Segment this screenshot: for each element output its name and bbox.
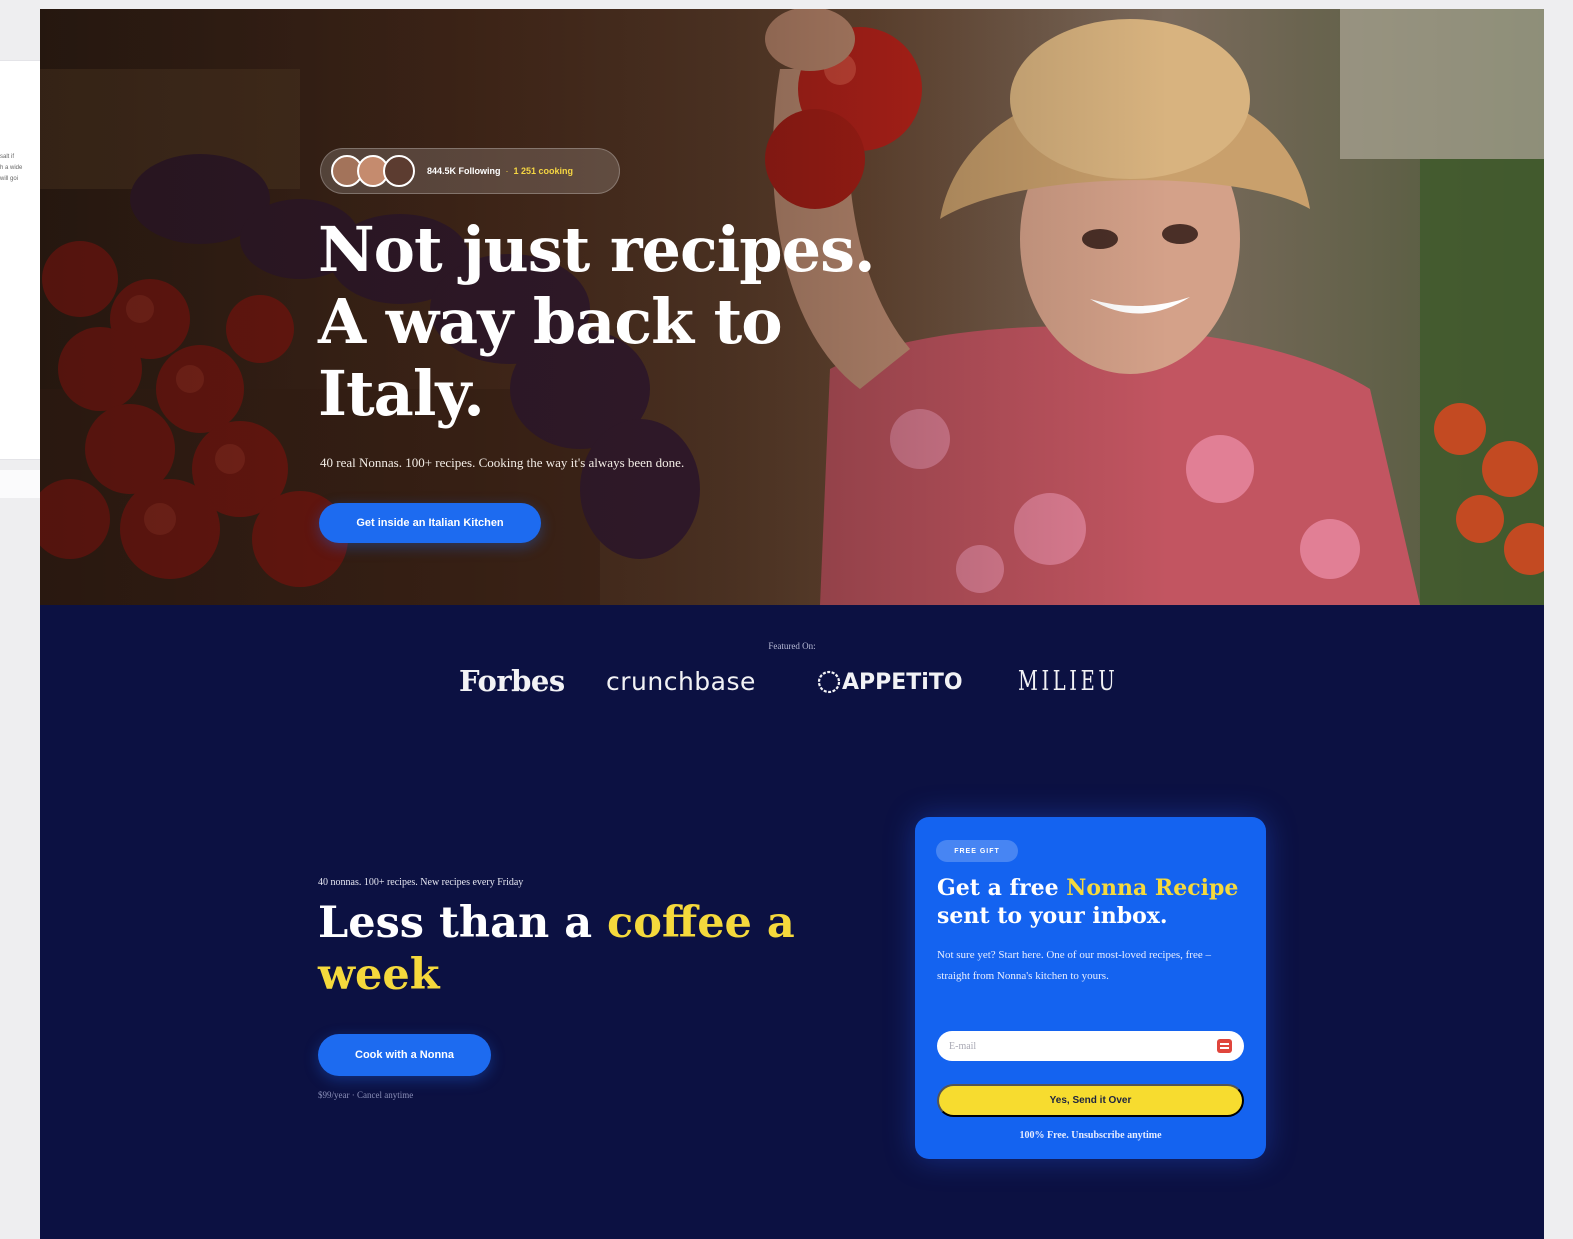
cooking-count: 1 251 cooking [513, 166, 574, 176]
milieu-logo: MILIEU [1018, 666, 1119, 697]
background-card-text: salt if h a wide will goi [0, 154, 23, 182]
featured-logos: Forbes crunchbase APPETiTO MILIEU [40, 664, 1544, 714]
crunchbase-logo: crunchbase [606, 667, 756, 696]
get-inside-kitchen-button[interactable]: Get inside an Italian Kitchen [319, 503, 541, 543]
cook-with-nonna-button[interactable]: Cook with a Nonna [318, 1034, 491, 1076]
hero-title: Not just recipes. A way back to Italy. [318, 213, 876, 430]
gift-footnote: 100% Free. Unsubscribe anytime [1019, 1130, 1162, 1141]
pricing-kicker: 40 nonnas. 100+ recipes. New recipes eve… [318, 877, 524, 888]
autofill-icon[interactable] [1217, 1039, 1232, 1053]
background-card [0, 60, 40, 460]
appetito-ring-icon [817, 670, 841, 694]
avatar [383, 155, 415, 187]
pill-separator: · [505, 166, 509, 176]
landing-page: 844.5K Following · 1 251 cooking Not jus… [40, 9, 1544, 1239]
featured-label: Featured On: [768, 641, 816, 651]
hero-section: 844.5K Following · 1 251 cooking Not jus… [40, 9, 1544, 605]
background-strip [0, 470, 40, 498]
appetito-logo: APPETiTO [816, 669, 963, 695]
pricing-note: $99/year · Cancel anytime [318, 1090, 414, 1100]
free-gift-badge: FREE GIFT [936, 840, 1018, 862]
gift-title: Get a free Nonna Recipe sent to your inb… [937, 875, 1239, 929]
email-field[interactable] [937, 1031, 1244, 1061]
social-proof-pill: 844.5K Following · 1 251 cooking [320, 148, 620, 194]
hero-subtitle: 40 real Nonnas. 100+ recipes. Cooking th… [320, 455, 685, 470]
followers-count: 844.5K Following [427, 166, 501, 176]
free-gift-card: FREE GIFT Get a free Nonna Recipe sent t… [915, 817, 1266, 1159]
send-recipe-button[interactable]: Yes, Send it Over [937, 1084, 1244, 1117]
gift-description: Not sure yet? Start here. One of our mos… [937, 949, 1211, 982]
forbes-logo: Forbes [459, 664, 565, 698]
pricing-title: Less than a coffee a week [318, 898, 795, 1000]
